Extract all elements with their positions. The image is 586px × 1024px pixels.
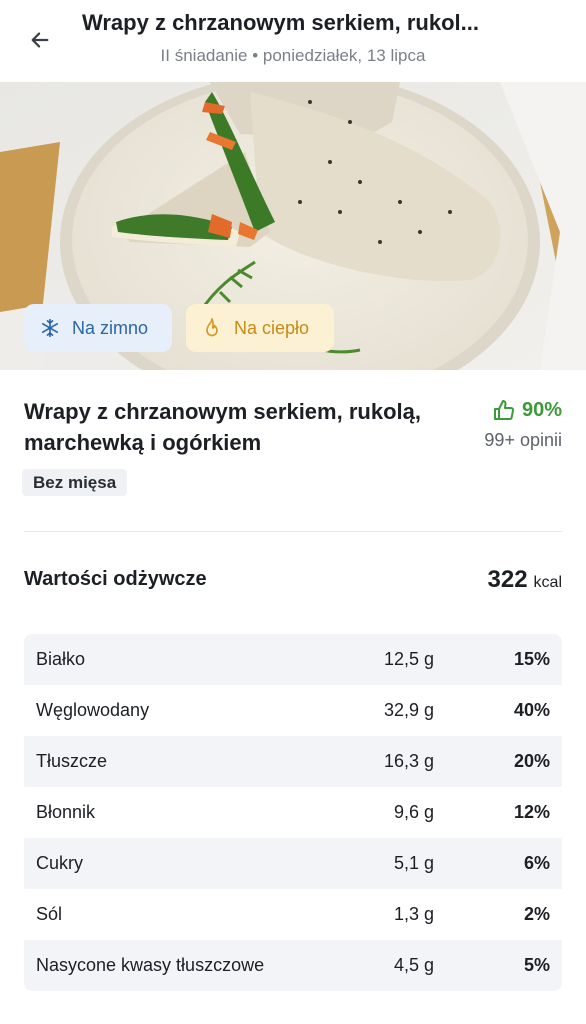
nutrient-name: Białko xyxy=(36,649,86,669)
nutrient-name: Błonnik xyxy=(36,802,96,822)
nutrient-amount: 1,3 g xyxy=(393,904,434,924)
warm-chip-label: Na ciepło xyxy=(234,317,310,338)
rating-block[interactable]: 90% 99+ opinii xyxy=(484,396,562,451)
flame-icon xyxy=(202,317,222,339)
nutrient-name: Węglowodany xyxy=(36,700,150,720)
nutrient-amount: 9,6 g xyxy=(393,802,434,822)
nutrient-amount: 12,5 g xyxy=(383,649,434,669)
recipe-title: Wrapy z chrzanowym serkiem, rukolą, marc… xyxy=(24,399,421,455)
recipe-photo: Na zimno Na ciepło xyxy=(0,82,586,370)
nutrient-percent: 40% xyxy=(513,700,550,720)
nutrient-percent: 12% xyxy=(513,802,550,822)
nutrient-amount: 32,9 g xyxy=(383,700,434,720)
nutrient-percent: 20% xyxy=(513,751,550,771)
review-count: 99+ opinii xyxy=(484,430,562,450)
nutrient-name: Nasycone kwasy tłuszczowe xyxy=(36,955,265,975)
nutrition-heading: Wartości odżywcze xyxy=(24,568,207,590)
calories: 322 kcal xyxy=(488,566,563,594)
cold-chip-label: Na zimno xyxy=(72,317,149,338)
nutrient-percent: 15% xyxy=(513,649,550,669)
nutrient-name: Tłuszcze xyxy=(36,751,108,771)
top-bar: Wrapy z chrzanowym serkiem, rukol... II … xyxy=(0,0,586,82)
nutrient-amount: 4,5 g xyxy=(393,955,434,975)
table-row: Cukry 5,1 g 6% xyxy=(24,838,562,889)
warm-serving-chip[interactable]: Na ciepło xyxy=(186,304,334,352)
nutrient-name: Cukry xyxy=(36,853,84,873)
snowflake-icon xyxy=(40,318,60,338)
calories-value: 322 xyxy=(487,566,528,593)
nutrient-name: Sól xyxy=(36,904,63,924)
nutrition-table: Białko 12,5 g 15% Węglowodany 32,9 g 40%… xyxy=(24,634,562,991)
table-row: Błonnik 9,6 g 12% xyxy=(24,787,562,838)
nutrient-percent: 2% xyxy=(523,904,550,924)
table-row: Tłuszcze 16,3 g 20% xyxy=(24,736,562,787)
table-row: Nasycone kwasy tłuszczowe 4,5 g 5% xyxy=(24,940,562,991)
thumbs-up-icon xyxy=(492,398,516,422)
nutrient-amount: 5,1 g xyxy=(393,853,434,873)
table-row: Białko 12,5 g 15% xyxy=(24,634,562,685)
meal-subtitle: II śniadanie • poniedziałek, 13 lipca xyxy=(160,46,426,65)
table-row: Sól 1,3 g 2% xyxy=(24,889,562,940)
nutrient-amount: 16,3 g xyxy=(383,751,434,771)
section-divider xyxy=(24,531,562,532)
page-title: Wrapy z chrzanowym serkiem, rukol... xyxy=(82,10,479,35)
cold-serving-chip[interactable]: Na zimno xyxy=(24,304,172,352)
diet-tag: Bez mięsa xyxy=(22,469,128,496)
rating-percent: 90% xyxy=(521,398,562,421)
table-row: Węglowodany 32,9 g 40% xyxy=(24,685,562,736)
calories-unit: kcal xyxy=(533,574,562,591)
nutrient-percent: 6% xyxy=(523,853,550,873)
nutrient-percent: 5% xyxy=(523,955,550,975)
